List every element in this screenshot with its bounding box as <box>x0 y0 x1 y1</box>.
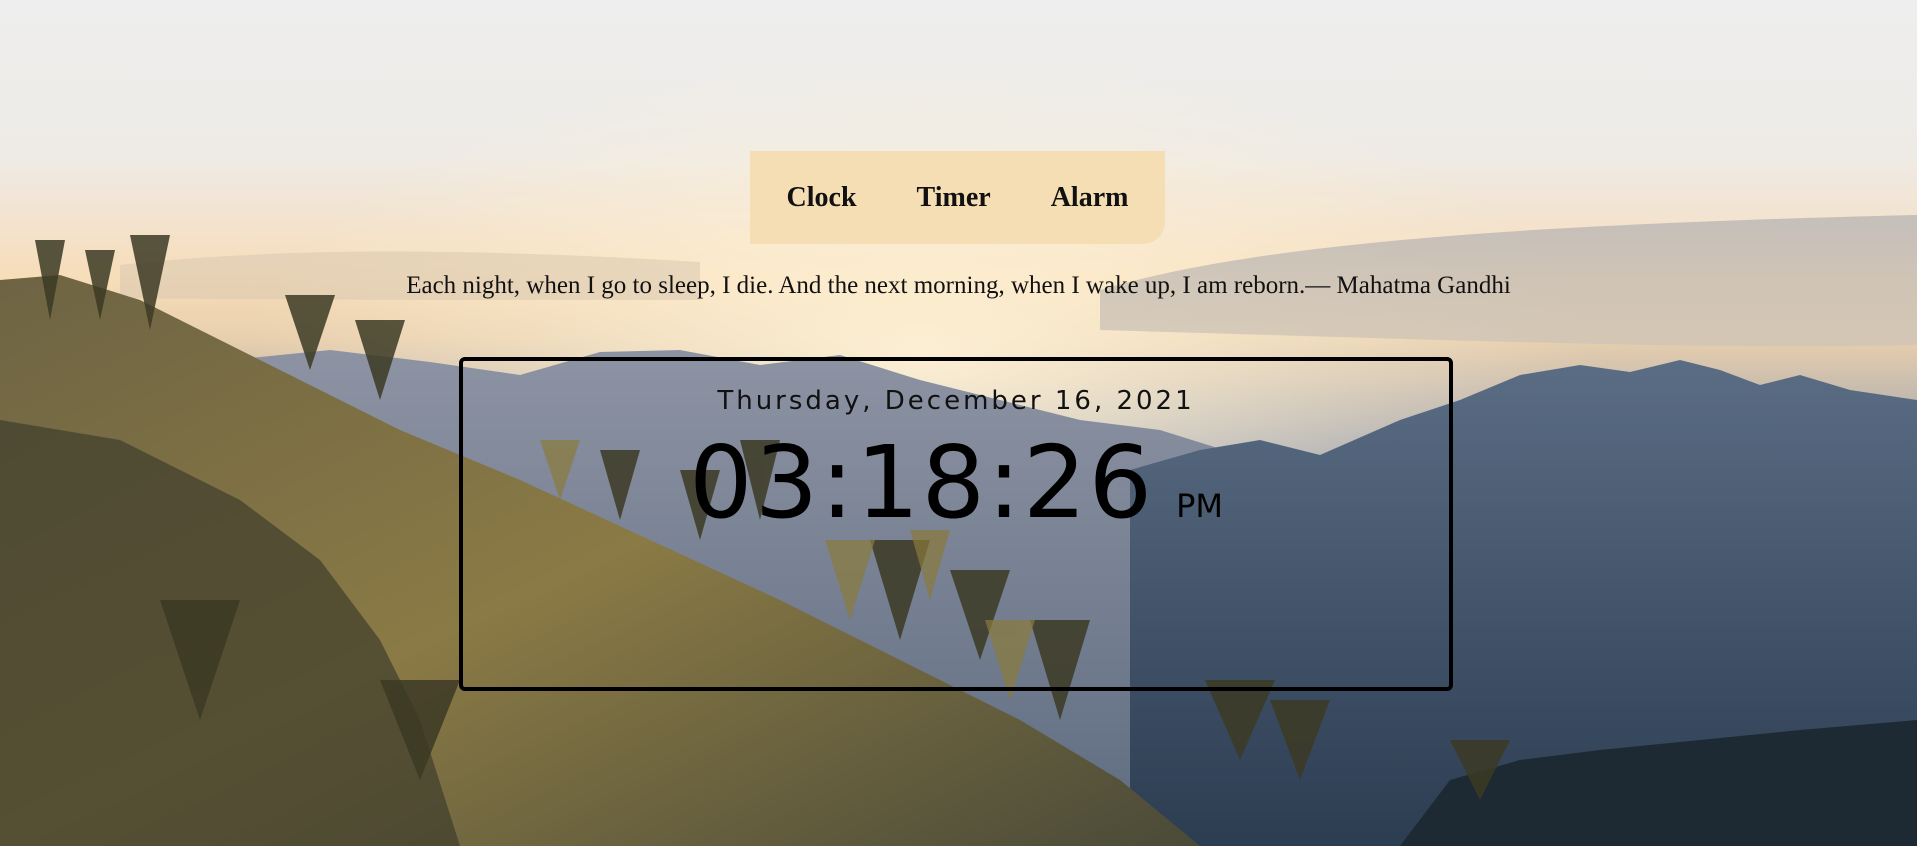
tab-clock[interactable]: Clock <box>757 183 887 212</box>
quote-text: Each night, when I go to sleep, I die. A… <box>406 272 1511 299</box>
time-display: 03:18:26 <box>688 424 1155 541</box>
time-row: 03:18:26 PM <box>463 433 1449 533</box>
tab-timer[interactable]: Timer <box>887 183 1021 212</box>
tab-bar: Clock Timer Alarm <box>750 151 1165 244</box>
date-display: Thursday, December 16, 2021 <box>717 386 1195 416</box>
clock-panel: Thursday, December 16, 2021 03:18:26 PM <box>459 357 1453 691</box>
am-pm-indicator: PM <box>1176 487 1224 525</box>
tab-alarm[interactable]: Alarm <box>1021 183 1159 212</box>
